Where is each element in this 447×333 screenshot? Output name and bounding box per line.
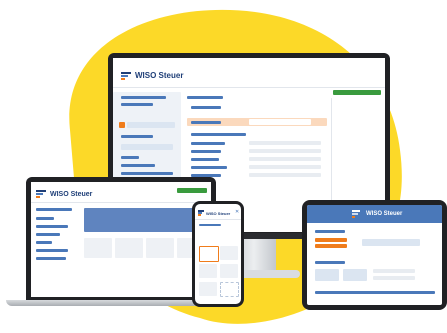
selected-tile[interactable] <box>199 246 219 262</box>
primary-action-button[interactable] <box>333 90 381 95</box>
form-field[interactable] <box>249 141 321 145</box>
section-heading <box>199 224 221 226</box>
form-field[interactable] <box>362 239 420 246</box>
tablet: WISO Steuer <box>302 200 447 310</box>
sidebar-item[interactable] <box>121 144 173 150</box>
laptop-app-header: WISO Steuer <box>36 190 92 198</box>
wiso-logo-icon <box>36 190 46 198</box>
tile-card-empty[interactable] <box>220 282 239 297</box>
header-divider <box>113 87 385 88</box>
tile-card[interactable] <box>220 246 238 260</box>
desktop-app-header: WISO Steuer <box>121 71 183 80</box>
header-divider <box>195 219 241 220</box>
form-field[interactable] <box>249 173 321 177</box>
sidebar-item[interactable] <box>121 103 153 106</box>
phone-app-header: WISO Steuer <box>198 210 230 216</box>
app-title: WISO Steuer <box>206 210 231 216</box>
list-item[interactable] <box>373 269 415 273</box>
list-item[interactable] <box>373 276 415 280</box>
close-icon[interactable]: ✕ <box>235 209 239 215</box>
sidebar-item[interactable] <box>36 217 54 220</box>
form-field[interactable] <box>249 149 321 153</box>
sidebar-active-marker <box>119 122 125 128</box>
tile-card[interactable] <box>199 282 217 296</box>
smartphone: WISO Steuer ✕ <box>192 201 244 307</box>
tile-card[interactable] <box>146 238 174 258</box>
banner-panel <box>84 208 208 232</box>
form-field[interactable] <box>249 165 321 169</box>
sidebar-item[interactable] <box>121 164 155 167</box>
sidebar-item[interactable] <box>36 257 66 260</box>
section-heading <box>191 133 246 136</box>
primary-action-button[interactable] <box>177 188 207 193</box>
tile-card[interactable] <box>220 264 238 278</box>
sidebar-item[interactable] <box>36 249 68 252</box>
sidebar-item[interactable] <box>36 225 68 228</box>
app-title: WISO Steuer <box>366 211 403 217</box>
app-title: WISO Steuer <box>135 71 184 80</box>
selected-row-label <box>191 121 221 124</box>
sidebar-item[interactable] <box>121 135 153 138</box>
section-heading <box>315 261 345 264</box>
tablet-app-header: WISO Steuer <box>352 210 402 218</box>
sidebar-item[interactable] <box>121 156 139 159</box>
tile-card[interactable] <box>343 269 367 281</box>
wiso-logo-icon <box>121 71 131 80</box>
form-label <box>191 158 219 161</box>
section-heading <box>191 106 221 109</box>
tablet-screen: WISO Steuer <box>307 205 442 305</box>
wiso-logo-icon <box>198 210 204 216</box>
tile-card[interactable] <box>115 238 143 258</box>
highlight-row[interactable] <box>315 244 347 248</box>
form-label <box>191 142 225 145</box>
tile-card[interactable] <box>199 264 217 278</box>
sidebar-item[interactable] <box>36 241 52 244</box>
tile-card[interactable] <box>315 269 339 281</box>
form-label <box>191 166 227 169</box>
section-heading <box>315 230 345 233</box>
sidebar-item[interactable] <box>121 172 173 175</box>
form-field[interactable] <box>249 157 321 161</box>
header-divider <box>31 202 211 203</box>
laptop: WISO Steuer <box>26 177 216 301</box>
wiso-logo-icon <box>352 210 362 218</box>
form-label <box>191 150 221 153</box>
sidebar-item[interactable] <box>121 96 166 99</box>
app-title: WISO Steuer <box>50 190 93 198</box>
phone-screen: WISO Steuer ✕ <box>195 204 241 304</box>
sidebar-item-active[interactable] <box>127 122 175 128</box>
laptop-screen: WISO Steuer <box>31 182 211 297</box>
tile-card[interactable] <box>84 238 112 258</box>
selected-row-input[interactable] <box>249 119 311 125</box>
footer-bar <box>315 291 435 294</box>
section-heading <box>187 96 223 99</box>
highlight-row[interactable] <box>315 238 347 242</box>
sidebar-item[interactable] <box>36 233 60 236</box>
sidebar-item[interactable] <box>36 208 72 211</box>
